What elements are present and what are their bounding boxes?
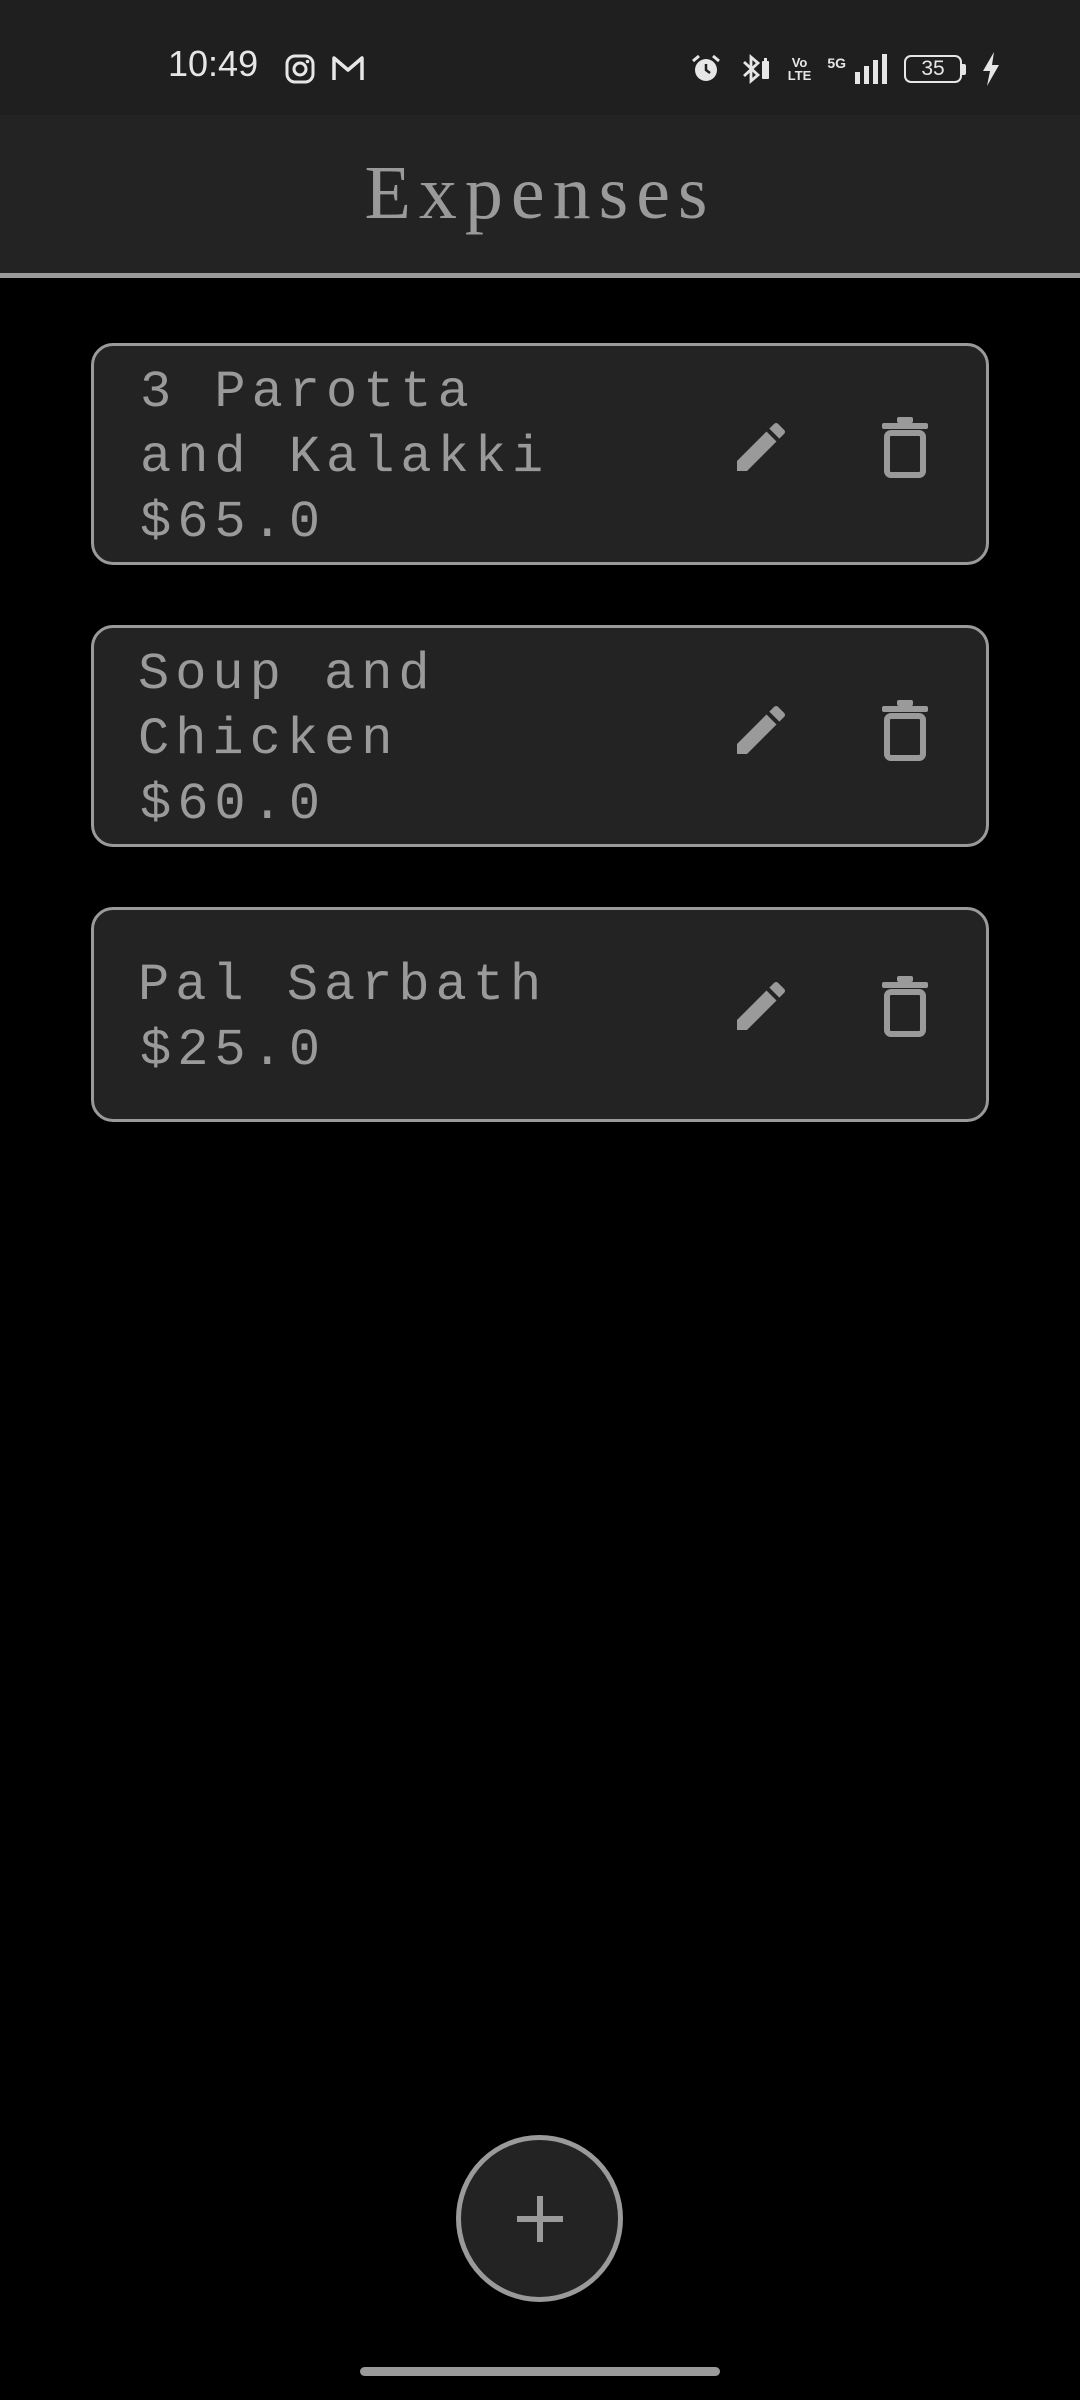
- trash-icon: [882, 700, 928, 761]
- expense-amount: $60.0: [140, 775, 327, 834]
- alarm-icon: [690, 53, 722, 85]
- battery-tip: [962, 63, 966, 75]
- expense-card: 3 Parotta and Kalakki $65.0: [91, 343, 989, 565]
- pencil-icon: [737, 422, 786, 471]
- charging-icon: [982, 52, 1000, 86]
- expense-name: Pal Sarbath: [138, 956, 548, 1015]
- expense-name: 3 Parotta and Kalakki: [140, 363, 550, 487]
- page-title: Expenses: [364, 151, 716, 235]
- gesture-nav-handle[interactable]: [360, 2367, 720, 2376]
- app-bar: Expenses: [0, 115, 1080, 278]
- volte-bottom-label: LTE: [787, 68, 812, 83]
- status-left-icons: [285, 54, 365, 84]
- instagram-icon: [285, 54, 315, 84]
- status-time: 10:49: [168, 43, 259, 84]
- expense-card: Pal Sarbath $25.0: [91, 907, 989, 1122]
- expense-amount: $25.0: [140, 1021, 327, 1080]
- pencil-icon: [737, 981, 786, 1030]
- delete-button[interactable]: [860, 685, 950, 775]
- edit-button[interactable]: [716, 685, 806, 775]
- pencil-icon: [737, 705, 786, 754]
- trash-icon: [882, 417, 928, 478]
- gmail-icon: [331, 54, 365, 84]
- battery-level: 35: [904, 55, 962, 83]
- trash-icon: [882, 976, 928, 1037]
- delete-button[interactable]: [860, 961, 950, 1051]
- expense-name: Soup and Chicken: [138, 645, 436, 769]
- expense-card: Soup and Chicken $60.0: [91, 625, 989, 847]
- status-right-icons: Vo LTE 5G 35: [690, 52, 1000, 86]
- plus-icon: [516, 2195, 563, 2242]
- battery-icon: 35: [904, 55, 966, 83]
- 5g-icon: 5G: [827, 55, 846, 71]
- expense-amount: $65.0: [140, 493, 327, 552]
- volte-icon: Vo LTE: [788, 56, 812, 82]
- signal-icon: [854, 54, 888, 84]
- status-bar: 10:49 Vo LTE 5G 35: [0, 0, 1080, 115]
- delete-button[interactable]: [860, 402, 950, 492]
- edit-button[interactable]: [716, 961, 806, 1051]
- add-expense-button[interactable]: [456, 2135, 623, 2302]
- bluetooth-icon: [738, 53, 772, 85]
- edit-button[interactable]: [716, 402, 806, 492]
